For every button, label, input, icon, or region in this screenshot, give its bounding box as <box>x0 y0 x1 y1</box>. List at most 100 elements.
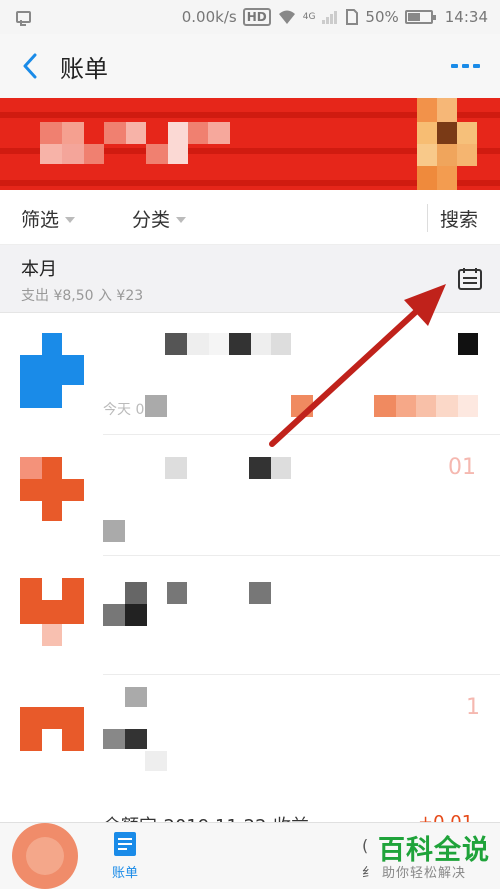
month-header: 本月 支出 ¥8,50 入 ¥23 <box>0 245 500 313</box>
watermark: 百科全说 助你轻松解决 <box>372 822 500 889</box>
message-notification-icon <box>16 11 31 26</box>
calendar-icon[interactable] <box>457 267 483 291</box>
blurred-text <box>145 751 167 771</box>
blurred-text <box>167 582 187 604</box>
list-item[interactable]: 01 <box>0 435 500 555</box>
search-button[interactable]: 搜索 <box>440 205 478 232</box>
filter-bar: 筛选 分类 搜索 <box>0 190 500 245</box>
banner-pixel <box>417 144 437 166</box>
blurred-text <box>103 729 125 749</box>
more-dots-icon <box>450 64 458 68</box>
banner-pixel <box>208 122 230 144</box>
more-button[interactable] <box>430 34 500 98</box>
promo-banner[interactable] <box>0 98 500 190</box>
blurred-text <box>229 333 251 355</box>
clock: 14:34 <box>444 8 488 26</box>
category-label: 分类 <box>132 209 171 231</box>
blurred-text <box>125 687 147 707</box>
transaction-category-icon <box>20 333 84 408</box>
blurred-text <box>374 395 396 417</box>
banner-pixel <box>168 122 188 164</box>
blurred-text <box>396 395 416 417</box>
avatar-inner <box>26 837 64 875</box>
blurred-text <box>103 604 125 626</box>
blurred-text <box>125 582 147 604</box>
network-type: 4G <box>302 12 316 22</box>
signal-icon <box>322 11 338 24</box>
transaction-category-icon <box>20 578 84 646</box>
blurred-text <box>271 333 291 355</box>
banner-pixel <box>417 122 437 144</box>
blurred-text <box>271 457 291 479</box>
page-title: 账单 <box>60 54 108 83</box>
banner-pixel <box>417 166 437 190</box>
banner-pixel <box>104 122 126 144</box>
blurred-text <box>125 729 147 749</box>
banner-pixel <box>437 166 457 190</box>
filter-label: 筛选 <box>21 209 60 231</box>
blurred-text <box>209 333 229 355</box>
month-summary: 支出 ¥8,50 入 ¥23 <box>21 288 144 304</box>
status-bar: 0.00k/s HD 4G 50% 14:34 <box>0 0 500 34</box>
chevron-left-icon <box>23 53 37 79</box>
blurred-text <box>436 395 458 417</box>
blurred-amount <box>458 333 478 355</box>
blurred-text <box>458 395 478 417</box>
month-title: 本月 <box>21 259 57 280</box>
banner-pixel <box>188 122 208 144</box>
blurred-text <box>249 457 271 479</box>
transaction-category-icon <box>20 457 84 521</box>
banner-pixel <box>126 122 146 144</box>
blurred-text <box>187 333 209 355</box>
blurred-text <box>145 395 167 417</box>
tab-partial-label: ( <box>362 836 369 855</box>
title-bar: 账单 <box>0 34 500 98</box>
list-item[interactable]: 1 <box>0 675 500 795</box>
more-dot <box>461 64 469 68</box>
blurred-text <box>103 520 125 542</box>
wifi-icon <box>278 10 295 24</box>
avatar[interactable] <box>12 823 78 889</box>
banner-pixel <box>40 122 62 144</box>
banner-pixel <box>62 122 84 144</box>
banner-pixel <box>457 144 477 166</box>
blurred-text <box>416 395 436 417</box>
banner-pixel <box>437 98 457 122</box>
back-button[interactable] <box>0 34 60 98</box>
blurred-text <box>291 395 313 417</box>
more-dot <box>472 64 480 68</box>
banner-pixel <box>437 122 457 144</box>
hd-badge: HD <box>242 8 271 26</box>
banner-pixel <box>62 144 84 164</box>
list-item[interactable]: 今天 06 <box>0 313 500 434</box>
blurred-text <box>165 333 187 355</box>
sim-icon <box>346 9 359 25</box>
watermark-subtitle: 助你轻松解决 <box>382 866 467 881</box>
blurred-text <box>165 457 187 479</box>
banner-pixel <box>40 144 62 164</box>
banner-pixel <box>417 98 437 122</box>
search-label: 搜索 <box>440 209 479 231</box>
blurred-text <box>125 604 147 626</box>
blurred-amount: 01 <box>448 455 476 480</box>
banner-pixel <box>84 144 104 164</box>
banner-pixel <box>146 144 168 164</box>
list-item[interactable] <box>0 556 500 674</box>
banner-pixel <box>457 122 477 144</box>
banner-pixel <box>437 144 457 166</box>
filter-divider <box>427 204 428 232</box>
caret-down-icon <box>176 216 187 223</box>
network-speed: 0.00k/s <box>181 8 237 26</box>
filter-dropdown[interactable]: 筛选 <box>21 205 76 232</box>
transaction-category-icon <box>20 707 84 751</box>
category-dropdown[interactable]: 分类 <box>132 205 187 232</box>
caret-down-icon <box>65 216 76 223</box>
battery-percent: 50% <box>365 8 399 26</box>
blurred-text <box>251 333 271 355</box>
tab-bills[interactable]: 账单 <box>95 831 155 886</box>
battery-icon <box>404 10 436 24</box>
blurred-text <box>249 582 271 604</box>
blurred-amount: 1 <box>466 695 480 720</box>
bill-document-icon <box>114 832 136 856</box>
tab-bills-label: 账单 <box>111 866 138 881</box>
